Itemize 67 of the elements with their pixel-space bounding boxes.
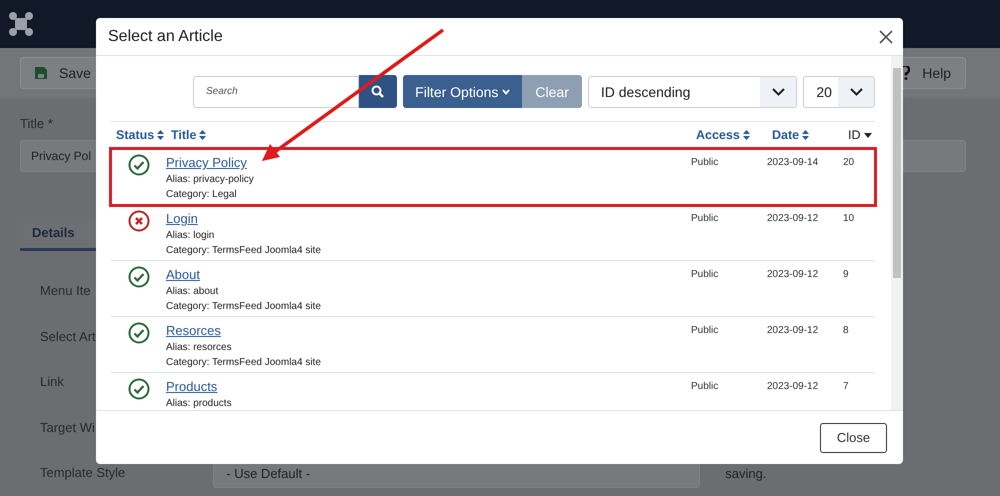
- field-label: Menu Ite: [40, 283, 91, 299]
- field-label: Template Style: [40, 465, 126, 481]
- scrollbar[interactable]: [891, 56, 903, 410]
- id-text: 20: [843, 156, 856, 170]
- check-circle-icon[interactable]: [128, 322, 150, 344]
- date-text: 2023-09-12: [767, 324, 820, 338]
- article-link[interactable]: Login: [166, 211, 198, 226]
- search-icon: [371, 85, 384, 98]
- date-text: 2023-09-12: [767, 212, 820, 226]
- help-text: saving.: [725, 466, 766, 480]
- close-button[interactable]: Close: [820, 422, 887, 452]
- chevron-down-icon: [850, 88, 862, 96]
- category-text: Category: TermsFeed Joomla4 site: [166, 357, 321, 368]
- close-icon[interactable]: [879, 30, 893, 44]
- chevron-down-icon: [502, 88, 510, 94]
- caret-down-icon: [864, 132, 872, 138]
- limit-select[interactable]: 20: [803, 76, 875, 108]
- access-text: Public: [691, 380, 720, 394]
- date-text: 2023-09-12: [767, 268, 820, 282]
- category-text: Category: TermsFeed Joomla4 site: [166, 301, 321, 312]
- date-text: 2023-09-14: [767, 156, 820, 170]
- filter-options-button[interactable]: Filter Options: [403, 75, 522, 108]
- column-header[interactable]: ID: [843, 128, 875, 142]
- search-button[interactable]: [358, 75, 398, 108]
- save-icon: [35, 67, 47, 79]
- chevron-down-icon: [772, 88, 785, 96]
- field-label: Select Art: [40, 328, 96, 344]
- title-label: Title *: [20, 116, 53, 132]
- sort-icon: [802, 130, 810, 140]
- field-label: Link: [40, 374, 64, 390]
- sort-select[interactable]: ID descending: [588, 76, 798, 108]
- question-icon: [900, 66, 910, 80]
- column-header[interactable]: Title: [166, 128, 691, 142]
- check-circle-icon[interactable]: [128, 154, 150, 176]
- check-circle-icon[interactable]: [128, 266, 150, 288]
- cross-circle-icon[interactable]: [128, 210, 150, 232]
- article-link[interactable]: About: [166, 267, 200, 282]
- sort-icon: [157, 130, 164, 140]
- alias-text: Alias: privacy-policy: [166, 174, 254, 185]
- category-text: Category: Legal: [166, 189, 237, 200]
- search-field[interactable]: Search: [193, 76, 359, 108]
- sort-icon: [199, 130, 206, 140]
- access-text: Public: [691, 268, 720, 282]
- check-circle-icon[interactable]: [128, 378, 150, 400]
- logo-icon: [6, 9, 36, 39]
- alias-text: Alias: about: [166, 286, 218, 297]
- column-header[interactable]: Access: [691, 128, 767, 142]
- column-header[interactable]: Date: [767, 128, 843, 142]
- sort-icon: [742, 130, 750, 140]
- article-link[interactable]: Privacy Policy: [166, 155, 247, 170]
- alias-text: Alias: resorces: [166, 342, 232, 353]
- alias-text: Alias: products: [166, 398, 232, 409]
- date-text: 2023-09-12: [767, 380, 820, 394]
- id-text: 8: [843, 324, 850, 338]
- article-link[interactable]: Resorces: [166, 323, 221, 338]
- id-text: 7: [843, 380, 850, 394]
- id-text: 10: [843, 212, 856, 226]
- access-text: Public: [691, 324, 720, 338]
- access-text: Public: [691, 212, 720, 226]
- column-header[interactable]: Status: [111, 128, 166, 142]
- id-text: 9: [843, 268, 850, 282]
- alias-text: Alias: login: [166, 230, 214, 241]
- access-text: Public: [691, 156, 720, 170]
- category-text: Category: TermsFeed Joomla4 site: [166, 245, 321, 256]
- field-label: Target Wi: [40, 420, 95, 436]
- article-link[interactable]: Products: [166, 379, 218, 394]
- dialog-title: Select an Article: [108, 28, 223, 46]
